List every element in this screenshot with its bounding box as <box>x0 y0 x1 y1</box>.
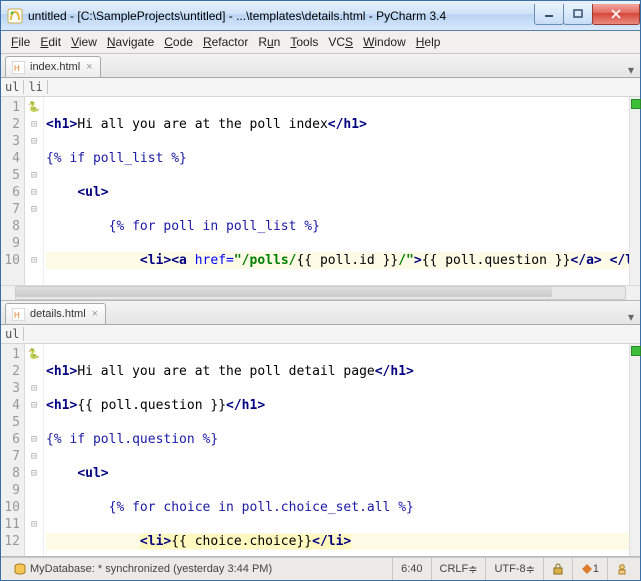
svg-text:H: H <box>14 64 20 73</box>
code-area-bottom[interactable]: <h1>Hi all you are at the poll detail pa… <box>44 344 629 556</box>
html-file-icon: H <box>12 61 25 74</box>
menu-file[interactable]: File <box>7 33 34 51</box>
menu-refactor[interactable]: Refactor <box>199 33 252 51</box>
tab-dropdown-icon[interactable]: ▾ <box>622 63 640 77</box>
app-icon <box>7 8 23 24</box>
titlebar: untitled - [C:\SampleProjects\untitled] … <box>1 1 640 31</box>
chevron-down-icon: ≑ <box>468 563 477 576</box>
window-controls <box>535 4 640 24</box>
crumb-item[interactable]: li <box>24 80 47 94</box>
database-icon <box>13 562 27 576</box>
editor-body-top: 12345678910 🐍⊟⊟⊟⊟⊟⊟ <h1>Hi all you are a… <box>1 97 640 285</box>
status-git[interactable]: 1 <box>572 558 607 580</box>
status-hector[interactable] <box>607 558 636 580</box>
editors-split: H index.html × ▾ ul li 12345678910 🐍⊟⊟⊟⊟… <box>1 54 640 557</box>
editor-body-bottom: 123456789101112 🐍⊟⊟⊟⊟⊟⊟ <h1>Hi all you a… <box>1 344 640 556</box>
menu-code[interactable]: Code <box>160 33 197 51</box>
close-tab-icon[interactable]: × <box>91 308 99 320</box>
menu-vcs[interactable]: VCS <box>324 33 357 51</box>
marker-bar-top[interactable] <box>629 97 640 285</box>
h-scrollbar-top[interactable] <box>1 285 640 300</box>
status-eol[interactable]: CRLF ≑ <box>431 558 486 580</box>
menu-run[interactable]: Run <box>254 33 284 51</box>
maximize-button[interactable] <box>563 4 593 25</box>
status-encoding[interactable]: UTF-8 ≑ <box>485 558 542 580</box>
main-window: untitled - [C:\SampleProjects\untitled] … <box>0 0 641 581</box>
breadcrumb-top[interactable]: ul li <box>1 78 640 97</box>
tab-label: index.html <box>30 61 80 73</box>
code-area-top[interactable]: <h1>Hi all you are at the poll index</h1… <box>44 97 629 285</box>
editor-pane-bottom: H details.html × ▾ ul 123456789101112 🐍⊟… <box>1 301 640 557</box>
status-db[interactable]: MyDatabase: * synchronized (yesterday 3:… <box>5 558 392 580</box>
menu-help[interactable]: Help <box>412 33 445 51</box>
status-db-text: MyDatabase: * synchronized (yesterday 3:… <box>30 563 272 575</box>
crumb-item[interactable]: ul <box>1 327 24 341</box>
chevron-down-icon: ≑ <box>526 563 535 576</box>
minimize-button[interactable] <box>534 4 564 25</box>
menu-navigate[interactable]: Navigate <box>103 33 158 51</box>
gutter: 12345678910 <box>1 97 25 285</box>
status-bar: MyDatabase: * synchronized (yesterday 3:… <box>1 557 640 580</box>
html-file-icon: H <box>12 308 25 321</box>
fold-column[interactable]: 🐍⊟⊟⊟⊟⊟⊟ <box>25 97 44 285</box>
tab-dropdown-icon[interactable]: ▾ <box>622 310 640 324</box>
menu-edit[interactable]: Edit <box>36 33 65 51</box>
svg-text:H: H <box>14 311 20 320</box>
editor-pane-top: H index.html × ▾ ul li 12345678910 🐍⊟⊟⊟⊟… <box>1 54 640 301</box>
inspection-ok-icon <box>631 346 641 356</box>
status-position[interactable]: 6:40 <box>392 558 430 580</box>
fold-column[interactable]: 🐍⊟⊟⊟⊟⊟⊟ <box>25 344 44 556</box>
breadcrumb-bottom[interactable]: ul <box>1 325 640 344</box>
status-lock[interactable] <box>543 558 572 580</box>
close-button[interactable] <box>592 4 640 25</box>
menu-window[interactable]: Window <box>359 33 410 51</box>
tab-row-bottom: H details.html × ▾ <box>1 301 640 325</box>
lock-icon <box>552 563 564 575</box>
crumb-item[interactable]: ul <box>1 80 24 94</box>
tab-row-top: H index.html × ▾ <box>1 54 640 78</box>
menubar: File Edit View Navigate Code Refactor Ru… <box>1 31 640 54</box>
menu-view[interactable]: View <box>67 33 101 51</box>
tab-index-html[interactable]: H index.html × <box>5 56 101 77</box>
marker-bar-bottom[interactable] <box>629 344 640 556</box>
menu-tools[interactable]: Tools <box>286 33 322 51</box>
tab-details-html[interactable]: H details.html × <box>5 303 106 324</box>
window-title: untitled - [C:\SampleProjects\untitled] … <box>28 9 535 23</box>
hector-icon <box>616 563 628 575</box>
gutter: 123456789101112 <box>1 344 25 556</box>
close-tab-icon[interactable]: × <box>85 61 93 73</box>
inspection-ok-icon <box>631 99 641 109</box>
git-icon <box>581 563 593 575</box>
tab-label: details.html <box>30 308 86 320</box>
